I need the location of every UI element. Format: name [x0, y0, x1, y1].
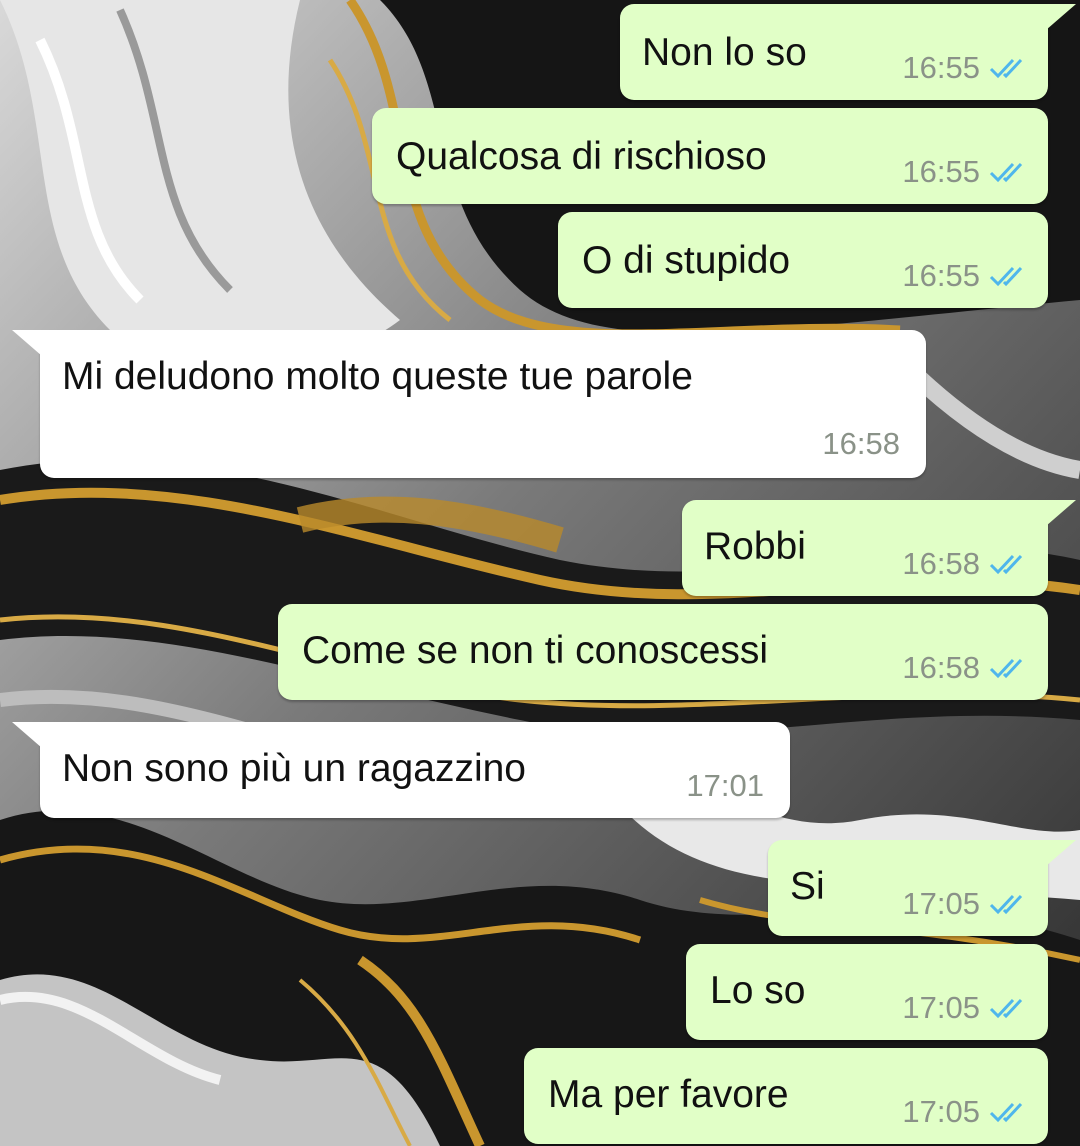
read-double-check-icon: [989, 266, 1023, 287]
message-meta: 16:58: [902, 546, 1028, 582]
message-text: Robbi: [704, 525, 806, 568]
read-double-check-icon: [989, 554, 1023, 575]
message-time: 16:58: [902, 546, 980, 581]
read-double-check-icon: [989, 998, 1023, 1019]
message-text: Si: [790, 865, 825, 908]
message-time: 17:05: [902, 886, 980, 921]
bubble-tail: [12, 330, 42, 356]
message-meta: 17:05: [902, 1094, 1028, 1130]
incoming-message-bubble[interactable]: Mi deludono molto queste tue parole 16:5…: [40, 330, 926, 478]
message-text: Mi deludono molto queste tue parole: [62, 355, 693, 398]
message-time: 16:55: [902, 50, 980, 85]
read-double-check-icon: [989, 658, 1023, 679]
message-meta: 17:05: [902, 990, 1028, 1026]
message-time: 16:58: [902, 650, 980, 685]
message-meta: 17:01: [686, 768, 764, 804]
message-text: Lo so: [710, 969, 806, 1012]
incoming-message-bubble[interactable]: Non sono più un ragazzino 17:01: [40, 722, 790, 818]
message-meta: 16:55: [902, 258, 1028, 294]
message-text: Non lo so: [642, 31, 807, 74]
outgoing-message-bubble[interactable]: Non lo so 16:55: [620, 4, 1048, 100]
read-double-check-icon: [989, 894, 1023, 915]
message-meta: 17:05: [902, 886, 1028, 922]
outgoing-message-bubble[interactable]: Lo so 17:05: [686, 944, 1048, 1040]
message-text: Come se non ti conoscessi: [302, 629, 769, 672]
read-double-check-icon: [989, 1102, 1023, 1123]
message-time: 16:58: [822, 426, 900, 461]
read-double-check-icon: [989, 162, 1023, 183]
message-time: 17:01: [686, 768, 764, 803]
message-time: 17:05: [902, 1094, 980, 1129]
bubble-tail: [1046, 840, 1076, 866]
outgoing-message-bubble[interactable]: Si 17:05: [768, 840, 1048, 936]
bubble-tail: [1046, 4, 1076, 30]
message-text: O di stupido: [582, 239, 791, 282]
message-time: 16:55: [902, 154, 980, 189]
message-text: Ma per favore: [548, 1073, 789, 1116]
outgoing-message-bubble[interactable]: O di stupido 16:55: [558, 212, 1048, 308]
message-meta: 16:58: [902, 650, 1028, 686]
message-time: 16:55: [902, 258, 980, 293]
message-meta: 16:58: [822, 426, 900, 462]
bubble-tail: [1046, 500, 1076, 526]
message-meta: 16:55: [902, 50, 1028, 86]
message-meta: 16:55: [902, 154, 1028, 190]
message-text: Qualcosa di rischioso: [396, 135, 767, 178]
message-text: Non sono più un ragazzino: [62, 747, 526, 790]
read-double-check-icon: [989, 58, 1023, 79]
outgoing-message-bubble[interactable]: Ma per favore 17:05: [524, 1048, 1048, 1144]
message-time: 17:05: [902, 990, 980, 1025]
outgoing-message-bubble[interactable]: Qualcosa di rischioso 16:55: [372, 108, 1048, 204]
bubble-tail: [12, 722, 42, 748]
outgoing-message-bubble[interactable]: Robbi 16:58: [682, 500, 1048, 596]
outgoing-message-bubble[interactable]: Come se non ti conoscessi 16:58: [278, 604, 1048, 700]
